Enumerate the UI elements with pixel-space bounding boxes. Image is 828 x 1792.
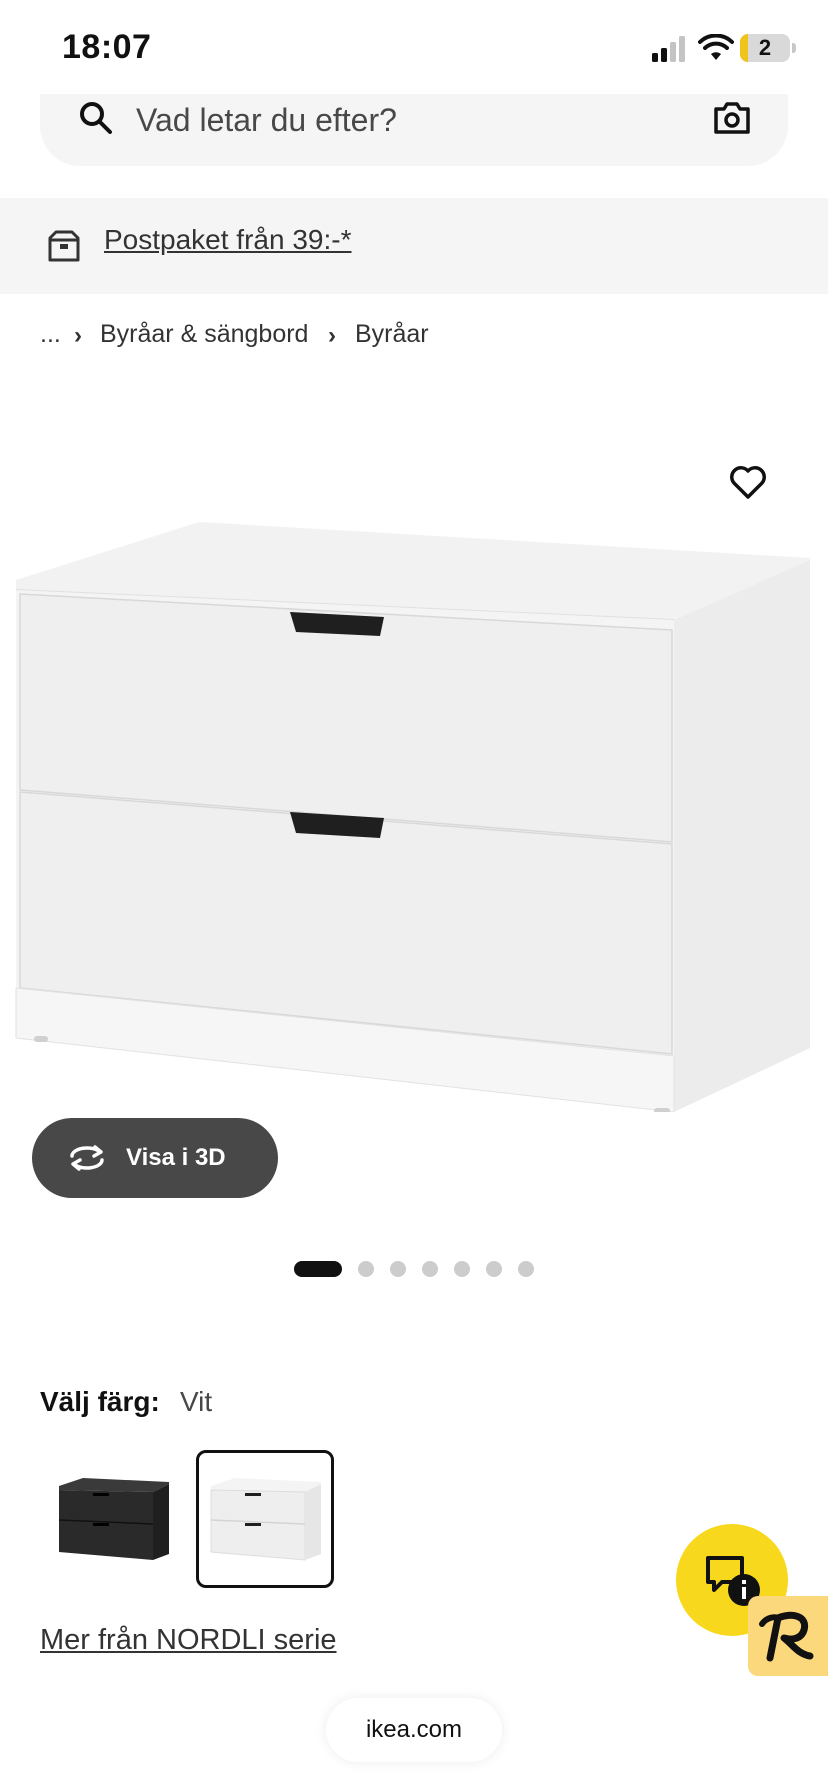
rotate-icon xyxy=(70,1145,104,1171)
box-icon xyxy=(48,230,80,262)
promo-link[interactable]: Postpaket från 39:-* xyxy=(104,224,351,256)
battery-indicator: 2 xyxy=(740,34,790,62)
camera-icon[interactable] xyxy=(712,100,752,136)
breadcrumb-ellipsis[interactable]: ... xyxy=(40,320,61,349)
swatch-dresser-black xyxy=(58,1478,169,1560)
heart-icon[interactable] xyxy=(728,462,768,502)
chevron-right-icon: › xyxy=(74,322,82,349)
carousel-dot[interactable] xyxy=(358,1261,374,1277)
swatch-dresser-white xyxy=(210,1478,321,1561)
carousel-dot[interactable] xyxy=(390,1261,406,1277)
r-badge[interactable] xyxy=(748,1596,828,1676)
search-input[interactable] xyxy=(136,96,696,144)
color-selected-value: Vit xyxy=(180,1386,213,1417)
r-logo-icon xyxy=(759,1611,814,1662)
breadcrumb-item-dressers-nightstands[interactable]: Byråar & sängbord xyxy=(100,320,308,349)
search-icon xyxy=(80,102,112,134)
url-pill[interactable]: ikea.com xyxy=(326,1698,502,1762)
carousel-dot[interactable] xyxy=(518,1261,534,1277)
series-link[interactable]: Mer från NORDLI serie xyxy=(40,1624,337,1657)
carousel-indicator xyxy=(294,1261,534,1277)
product-image[interactable] xyxy=(14,518,814,1112)
carousel-dot[interactable] xyxy=(454,1261,470,1277)
chevron-right-icon: › xyxy=(328,322,336,349)
view-3d-label: Visa i 3D xyxy=(126,1144,226,1171)
color-swatch-black[interactable] xyxy=(44,1450,182,1588)
view-3d-button[interactable]: Visa i 3D xyxy=(32,1118,278,1198)
carousel-dot[interactable] xyxy=(422,1261,438,1277)
color-label: Välj färg: xyxy=(40,1386,160,1417)
color-swatch-white[interactable] xyxy=(196,1450,334,1588)
battery-cap xyxy=(792,43,796,53)
status-time: 18:07 xyxy=(62,28,152,66)
carousel-dot[interactable] xyxy=(486,1261,502,1277)
signal-icon xyxy=(652,36,685,62)
breadcrumb-item-dressers[interactable]: Byråar xyxy=(355,320,429,349)
wifi-icon xyxy=(698,34,734,60)
carousel-dot-active[interactable] xyxy=(294,1261,342,1277)
